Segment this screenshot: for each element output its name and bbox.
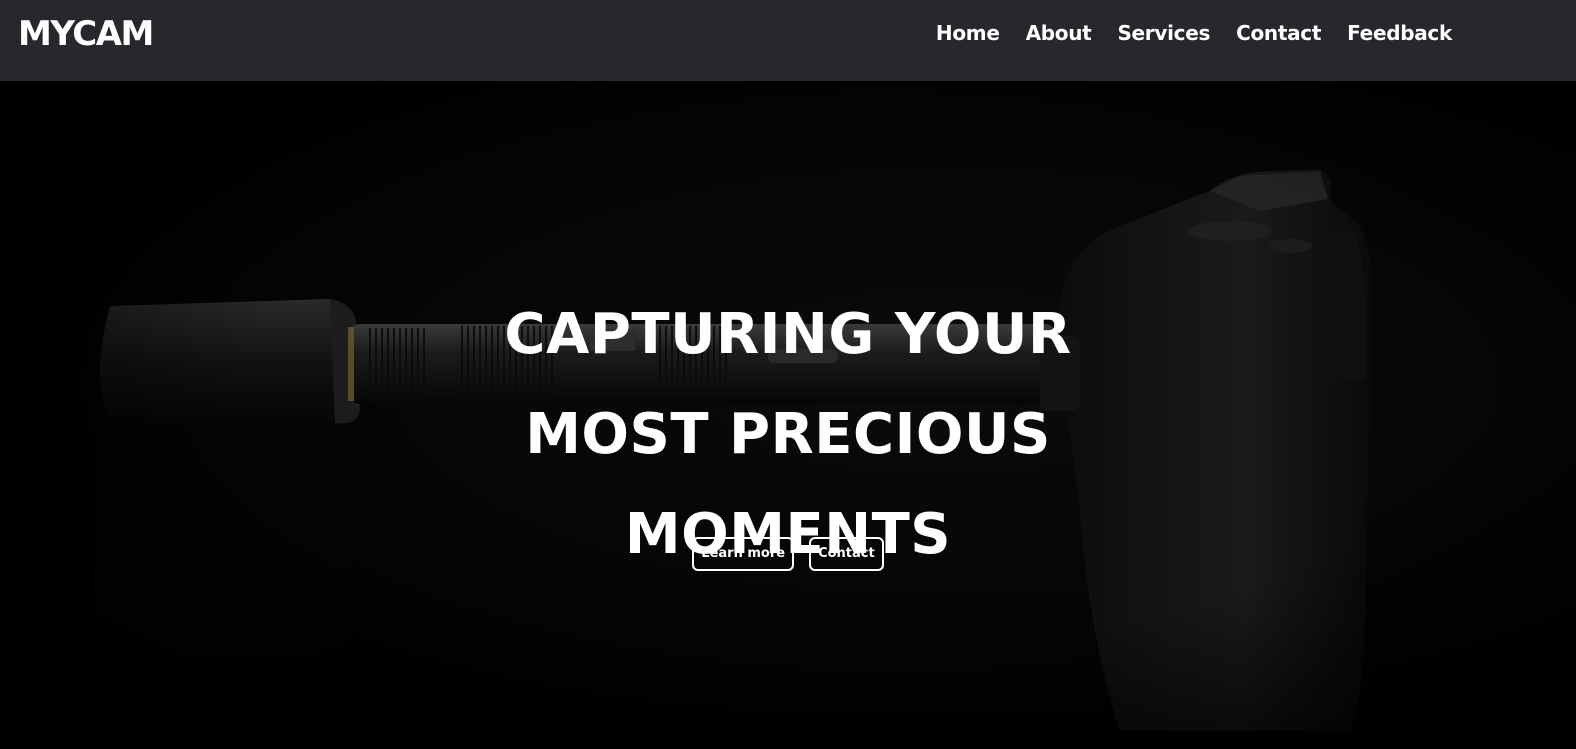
hero-buttons: Learn more Contact xyxy=(0,537,1576,571)
navbar: MYCAM Home About Services Contact Feedba… xyxy=(0,0,1576,81)
nav-link-contact[interactable]: Contact xyxy=(1236,19,1321,47)
contact-button[interactable]: Contact xyxy=(809,537,884,571)
nav-link-feedback[interactable]: Feedback xyxy=(1347,19,1452,47)
hero-section: CAPTURING YOUR MOST PRECIOUS MOMENTS Lea… xyxy=(0,81,1576,749)
hero-headline-line-2: MOST PRECIOUS xyxy=(525,401,1051,467)
hero-headline-line-1: CAPTURING YOUR xyxy=(504,301,1072,367)
nav-links: Home About Services Contact Feedback xyxy=(936,19,1452,47)
brand-logo[interactable]: MYCAM xyxy=(18,14,154,54)
nav-link-home[interactable]: Home xyxy=(936,19,1000,47)
learn-more-button[interactable]: Learn more xyxy=(692,537,795,571)
nav-link-about[interactable]: About xyxy=(1026,19,1092,47)
nav-link-services[interactable]: Services xyxy=(1117,19,1210,47)
